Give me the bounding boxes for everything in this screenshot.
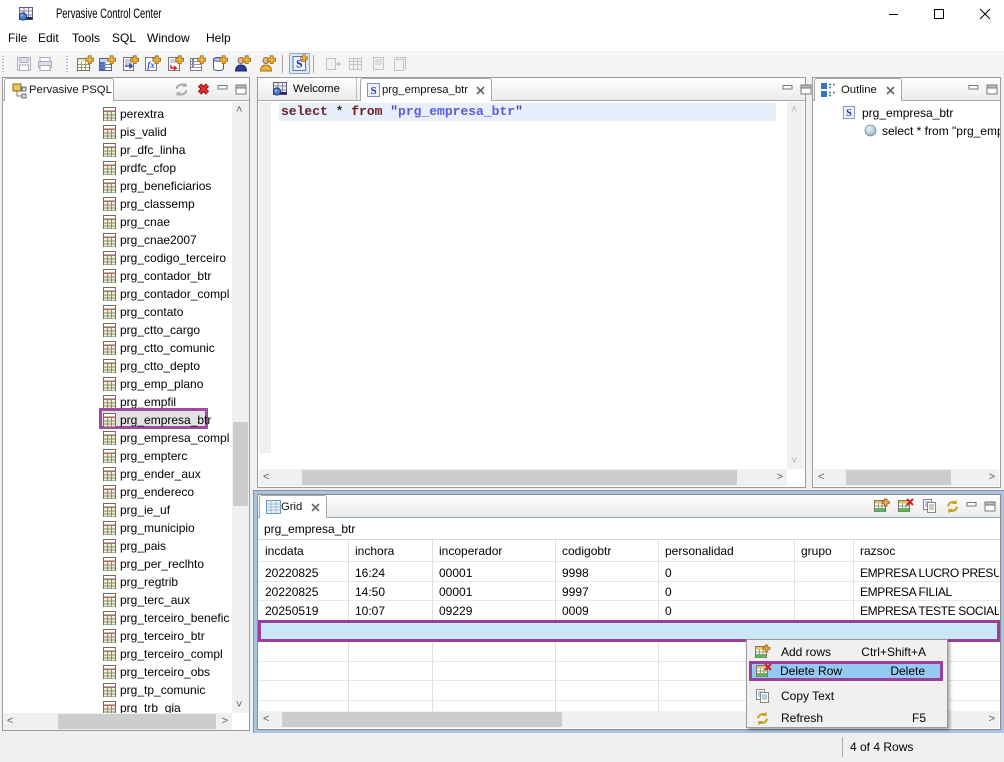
svg-text:S: S: [296, 59, 302, 71]
svg-text:S: S: [846, 108, 852, 119]
svg-text:S: S: [370, 85, 376, 97]
